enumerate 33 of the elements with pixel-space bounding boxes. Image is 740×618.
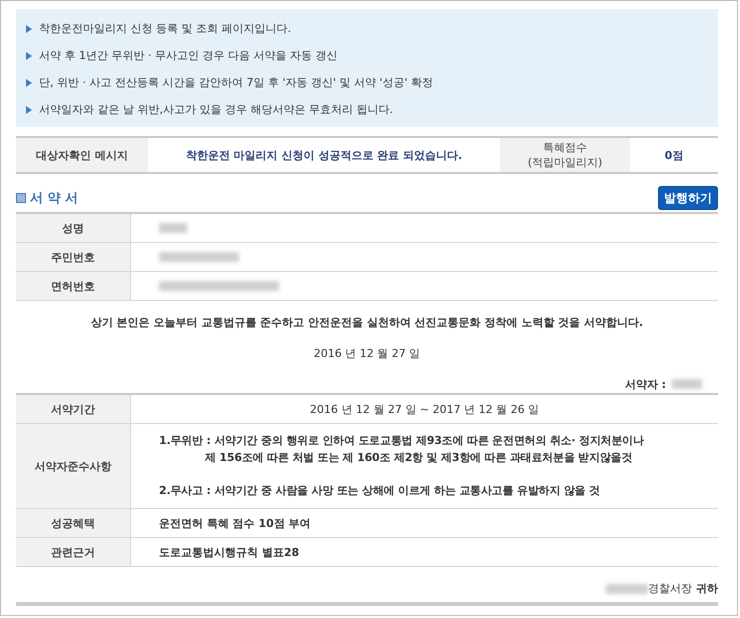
section-title: 서 약 서: [30, 190, 78, 207]
addressee-text: 경찰서장: [648, 581, 692, 596]
signer-label: 서약자 :: [624, 376, 666, 392]
notice-text: 서약 후 1년간 무위반 · 무사고인 경우 다음 서약을 자동 갱신: [39, 48, 338, 63]
square-icon: [16, 193, 26, 203]
header-cell: 서약기간: [16, 395, 131, 423]
period-text: 2016 년 12 월 27 일 ~ 2017 년 12 월 26 일: [310, 402, 540, 416]
header-cell: 특혜점수 (적립마일리지): [500, 138, 630, 172]
header-cell: 면허번호: [16, 272, 131, 300]
bullet-icon: [26, 52, 32, 60]
header-cell: 성공혜택: [16, 509, 131, 537]
header-cell: 대상자확인 메시지: [16, 138, 148, 172]
header-cell: 관련근거: [16, 538, 131, 566]
rule-text: 2.무사고 : 서약기간 중 사람을 사망 또는 상해에 이르게 하는 교통사고를 유발하지 않을 것: [159, 483, 600, 498]
cell-text: 도로교통법시행규칙 별표28: [159, 544, 300, 560]
pledge-date: 2016 년 12 월 27 일: [312, 346, 422, 361]
status-message: 착한운전 마일리지 신청이 성공적으로 완료 되었습니다.: [184, 148, 464, 164]
notice-text: 단, 위반 · 사고 전산등록 시간을 감안하여 7일 후 '자동 갱신' 및 서약 '성공' 확정: [39, 75, 434, 90]
bullet-icon: [26, 24, 32, 32]
bullet-icon: [26, 106, 32, 114]
rule-text: 1.무위반 : 서약기간 중의 행위로 인하여 도로교통법 제93조에 따른 운전면허의 취소· 정지처분이나: [159, 433, 644, 448]
pledge-statement: 상기 본인은 오늘부터 교통법규를 준수하고 안전운전을 실천하여 선진교통문화 정착에 노력할 것을 서약합니다.: [90, 315, 644, 330]
notice-text: 서약일자와 같은 날 위반,사고가 있을 경우 해당서약은 무효처리 됩니다.: [39, 102, 393, 117]
cell-text: 운전면허 특혜 점수 10점 부여: [159, 516, 311, 530]
header-cell: 주민번호: [16, 243, 131, 271]
notice-text: 착한운전마일리지 신청 등록 및 조회 페이지입니다.: [39, 21, 291, 36]
issue-button[interactable]: 발행하기: [658, 186, 718, 210]
points-value: 0점: [664, 148, 684, 164]
honorific-text: 귀하: [696, 581, 718, 596]
header-cell: 성명: [16, 214, 131, 242]
bullet-icon: [26, 78, 32, 86]
header-cell: 서약자준수사항: [16, 424, 131, 508]
rule-text: 제 156조에 따른 처벌 또는 제 160조 제2항 및 제3항에 따른 과태료처분을 받지않을것: [204, 450, 632, 465]
